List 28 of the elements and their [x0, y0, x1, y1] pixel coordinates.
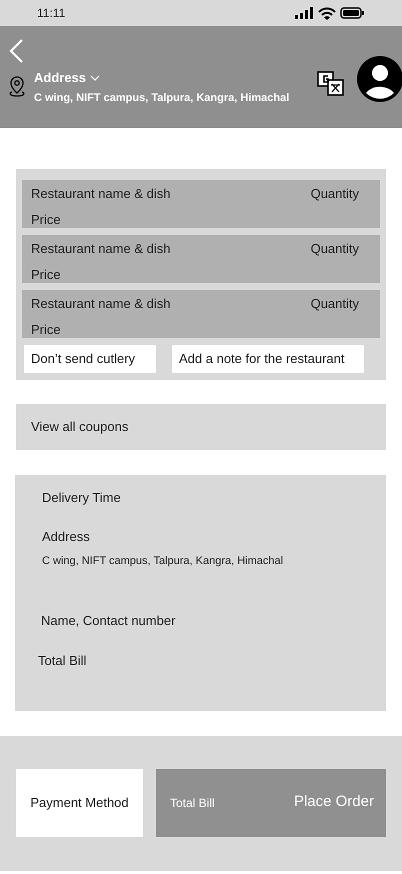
status-time: 11:11	[37, 5, 66, 22]
signal-icon	[295, 7, 314, 19]
battery-icon	[340, 7, 364, 19]
detail-label: Address	[42, 528, 91, 546]
payment-method-button[interactable]: Payment Method	[16, 768, 143, 836]
quantity-text: Quantity	[310, 295, 359, 313]
translate-icon[interactable]	[317, 71, 345, 97]
chevron-down-icon[interactable]	[90, 74, 100, 81]
quantity-text: Quantity	[310, 240, 359, 258]
location-pin-icon	[8, 75, 26, 99]
add-note-button[interactable]: Add a note for the restaurant	[172, 345, 364, 372]
detail-label: Name, Contact number	[41, 612, 176, 630]
quantity-text: Quantity	[310, 185, 359, 203]
detail-label: Delivery Time	[42, 488, 122, 507]
wifi-icon	[318, 6, 336, 20]
dish-name: Restaurant name & dish	[31, 185, 170, 203]
back-icon[interactable]	[8, 38, 24, 64]
cutlery-toggle-button[interactable]: Don’t send cutlery	[24, 345, 156, 372]
dish-name: Restaurant name & dish	[31, 240, 170, 258]
address-text: C wing, NIFT campus, Talpura, Kangra, Himachal	[34, 90, 290, 106]
dish-name: Restaurant name & dish	[31, 295, 170, 313]
detail-label: Total Bill	[38, 652, 88, 670]
price-text: Price	[31, 320, 62, 338]
detail-address: C wing, NIFT campus, Talpura, Kangra, Himachal	[42, 554, 284, 568]
price-text: Price	[31, 210, 62, 228]
price-text: Price	[31, 266, 62, 284]
avatar-icon[interactable]	[357, 56, 402, 102]
coupons-button[interactable]: View all coupons	[16, 404, 386, 450]
